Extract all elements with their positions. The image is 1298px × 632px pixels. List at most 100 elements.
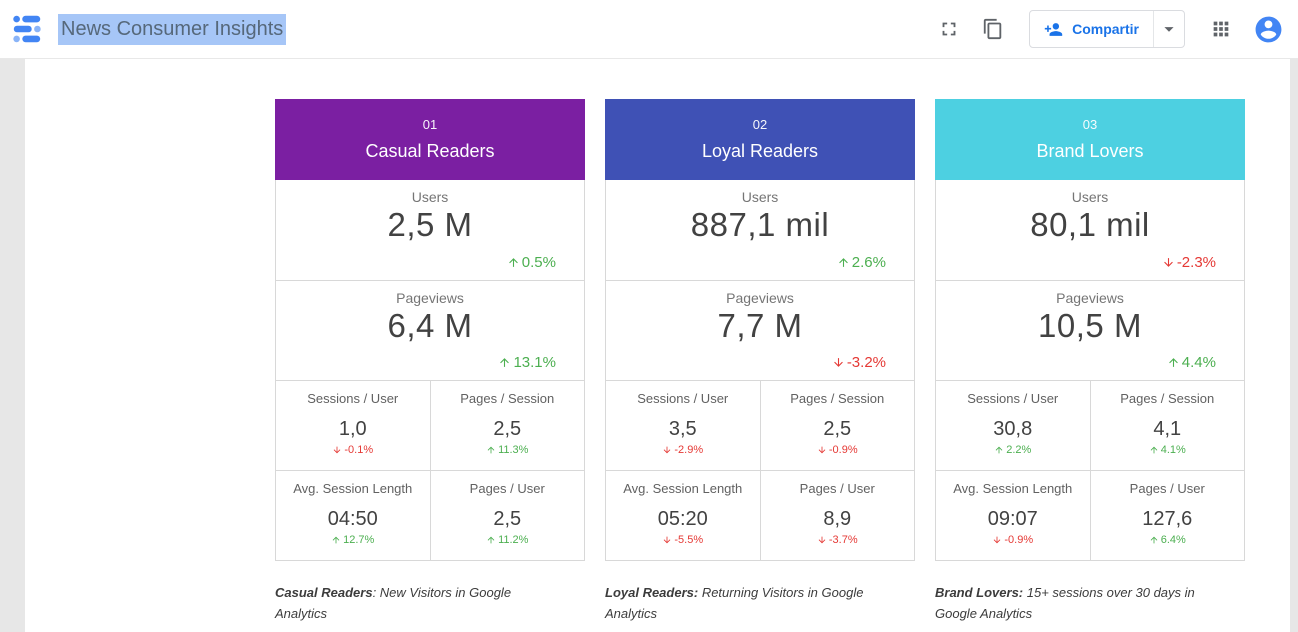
person-add-icon <box>1044 20 1063 39</box>
metric-label: Avg. Session Length <box>606 471 760 496</box>
description-term: Casual Readers <box>275 585 373 600</box>
fullscreen-icon <box>938 18 960 40</box>
metric-label: Sessions / User <box>936 381 1090 406</box>
metric-label: Sessions / User <box>276 381 430 406</box>
metric-label: Avg. Session Length <box>936 471 1090 496</box>
card-number: 03 <box>935 117 1245 132</box>
chevron-down-icon <box>1158 18 1180 40</box>
card-description: Brand Lovers: 15+ sessions over 30 days … <box>935 583 1199 625</box>
copy-report-button[interactable] <box>981 17 1005 41</box>
metric-row: Sessions / User 1,0 -0.1% Pages / Sessio… <box>276 380 584 470</box>
metric-label: Users <box>606 180 914 205</box>
card-number: 02 <box>605 117 915 132</box>
metric-value: 05:20 <box>606 508 760 531</box>
metric-change: 13.1% <box>498 354 556 371</box>
sessions-per-user-scorecard: Sessions / User 30,8 2.2% <box>936 381 1090 470</box>
trend-arrow-icon <box>486 535 496 545</box>
metric-value: 2,5 <box>431 418 585 441</box>
trend-arrow-icon <box>992 535 1002 545</box>
metric-value: 127,6 <box>1091 508 1245 531</box>
metric-value: 887,1 mil <box>606 206 914 244</box>
trend-arrow-icon <box>817 445 827 455</box>
card-description: Loyal Readers: Returning Visitors in Goo… <box>605 583 869 625</box>
copy-pages-icon <box>982 18 1004 40</box>
description-term: Brand Lovers: <box>935 585 1023 600</box>
fullscreen-button[interactable] <box>937 17 961 41</box>
avg-session-length-scorecard: Avg. Session Length 04:50 12.7% <box>276 471 430 560</box>
report-title[interactable]: News Consumer Insights <box>58 14 286 45</box>
pages-per-user-scorecard: Pages / User 2,5 11.2% <box>430 471 585 560</box>
metric-change: -2.3% <box>1162 254 1216 271</box>
metric-label: Users <box>936 180 1244 205</box>
canvas-left-gutter <box>0 59 26 632</box>
card-title: Loyal Readers <box>605 141 915 162</box>
metric-row: Sessions / User 3,5 -2.9% Pages / Sessio… <box>606 380 914 470</box>
metric-change: -5.5% <box>662 534 703 546</box>
share-button-label: Compartir <box>1072 21 1139 37</box>
metric-change: -0.1% <box>332 444 373 456</box>
metric-value: 2,5 <box>431 508 585 531</box>
user-avatar[interactable] <box>1253 14 1284 45</box>
metric-change: 2.6% <box>837 254 886 271</box>
metric-change: 2.2% <box>994 444 1031 456</box>
report-page: News Consumer Insights Compartir <box>0 0 1298 632</box>
account-circle-icon <box>1253 14 1284 45</box>
metric-row: Avg. Session Length 04:50 12.7% Pages / … <box>276 470 584 560</box>
apps-grid-button[interactable] <box>1209 17 1233 41</box>
top-bar: News Consumer Insights Compartir <box>0 0 1298 59</box>
pages-per-user-scorecard: Pages / User 127,6 6.4% <box>1090 471 1245 560</box>
share-button[interactable]: Compartir <box>1029 10 1185 48</box>
metric-value: 1,0 <box>276 418 430 441</box>
trend-arrow-icon <box>662 535 672 545</box>
share-dropdown-toggle[interactable] <box>1153 11 1184 47</box>
trend-arrow-icon <box>817 535 827 545</box>
data-studio-logo-icon <box>10 12 44 46</box>
metric-value: 7,7 M <box>606 307 914 345</box>
metric-row: Avg. Session Length 09:07 -0.9% Pages / … <box>936 470 1244 560</box>
scorecard-brand-lovers[interactable]: 03 Brand Lovers Users 80,1 mil -2.3% Pag… <box>935 99 1245 625</box>
card-body: Users 2,5 M 0.5% Pageviews 6,4 M 13.1% <box>275 180 585 561</box>
card-body: Users 887,1 mil 2.6% Pageviews 7,7 M -3.… <box>605 180 915 561</box>
metric-label: Pages / User <box>761 471 915 496</box>
avg-session-length-scorecard: Avg. Session Length 05:20 -5.5% <box>606 471 760 560</box>
trend-arrow-icon <box>486 445 496 455</box>
metric-value: 6,4 M <box>276 307 584 345</box>
card-body: Users 80,1 mil -2.3% Pageviews 10,5 M 4.… <box>935 180 1245 561</box>
scorecard-casual-readers[interactable]: 01 Casual Readers Users 2,5 M 0.5% Pagev… <box>275 99 585 625</box>
trend-arrow-icon <box>832 356 845 369</box>
metric-label: Pages / User <box>431 471 585 496</box>
trend-arrow-icon <box>837 256 850 269</box>
sessions-per-user-scorecard: Sessions / User 3,5 -2.9% <box>606 381 760 470</box>
metric-change: 0.5% <box>507 254 556 271</box>
metric-value: 4,1 <box>1091 418 1245 441</box>
pageviews-scorecard: Pageviews 10,5 M 4.4% <box>936 280 1244 380</box>
trend-arrow-icon <box>332 445 342 455</box>
trend-arrow-icon <box>994 445 1004 455</box>
metric-value: 3,5 <box>606 418 760 441</box>
description-term: Loyal Readers: <box>605 585 698 600</box>
trend-arrow-icon <box>498 356 511 369</box>
avg-session-length-scorecard: Avg. Session Length 09:07 -0.9% <box>936 471 1090 560</box>
scorecard-loyal-readers[interactable]: 02 Loyal Readers Users 887,1 mil 2.6% Pa… <box>605 99 915 625</box>
metric-row: Avg. Session Length 05:20 -5.5% Pages / … <box>606 470 914 560</box>
metric-change: -3.7% <box>817 534 858 546</box>
metric-change: 4.4% <box>1167 354 1216 371</box>
trend-arrow-icon <box>1162 256 1175 269</box>
pages-per-session-scorecard: Pages / Session 2,5 11.3% <box>430 381 585 470</box>
metric-label: Pageviews <box>606 281 914 306</box>
report-canvas: 01 Casual Readers Users 2,5 M 0.5% Pagev… <box>25 59 1290 632</box>
metric-change: -3.2% <box>832 354 886 371</box>
metric-value: 80,1 mil <box>936 206 1244 244</box>
canvas-right-gutter <box>1289 59 1298 632</box>
users-scorecard: Users 2,5 M 0.5% <box>276 180 584 280</box>
metric-label: Pages / Session <box>1091 381 1245 406</box>
trend-arrow-icon <box>1167 356 1180 369</box>
metric-row: Sessions / User 30,8 2.2% Pages / Sessio… <box>936 380 1244 470</box>
report-area: 01 Casual Readers Users 2,5 M 0.5% Pagev… <box>0 59 1298 632</box>
share-button-main[interactable]: Compartir <box>1030 11 1153 47</box>
card-header: 02 Loyal Readers <box>605 99 915 180</box>
apps-grid-icon <box>1210 18 1232 40</box>
card-title: Brand Lovers <box>935 141 1245 162</box>
pages-per-user-scorecard: Pages / User 8,9 -3.7% <box>760 471 915 560</box>
metric-label: Avg. Session Length <box>276 471 430 496</box>
